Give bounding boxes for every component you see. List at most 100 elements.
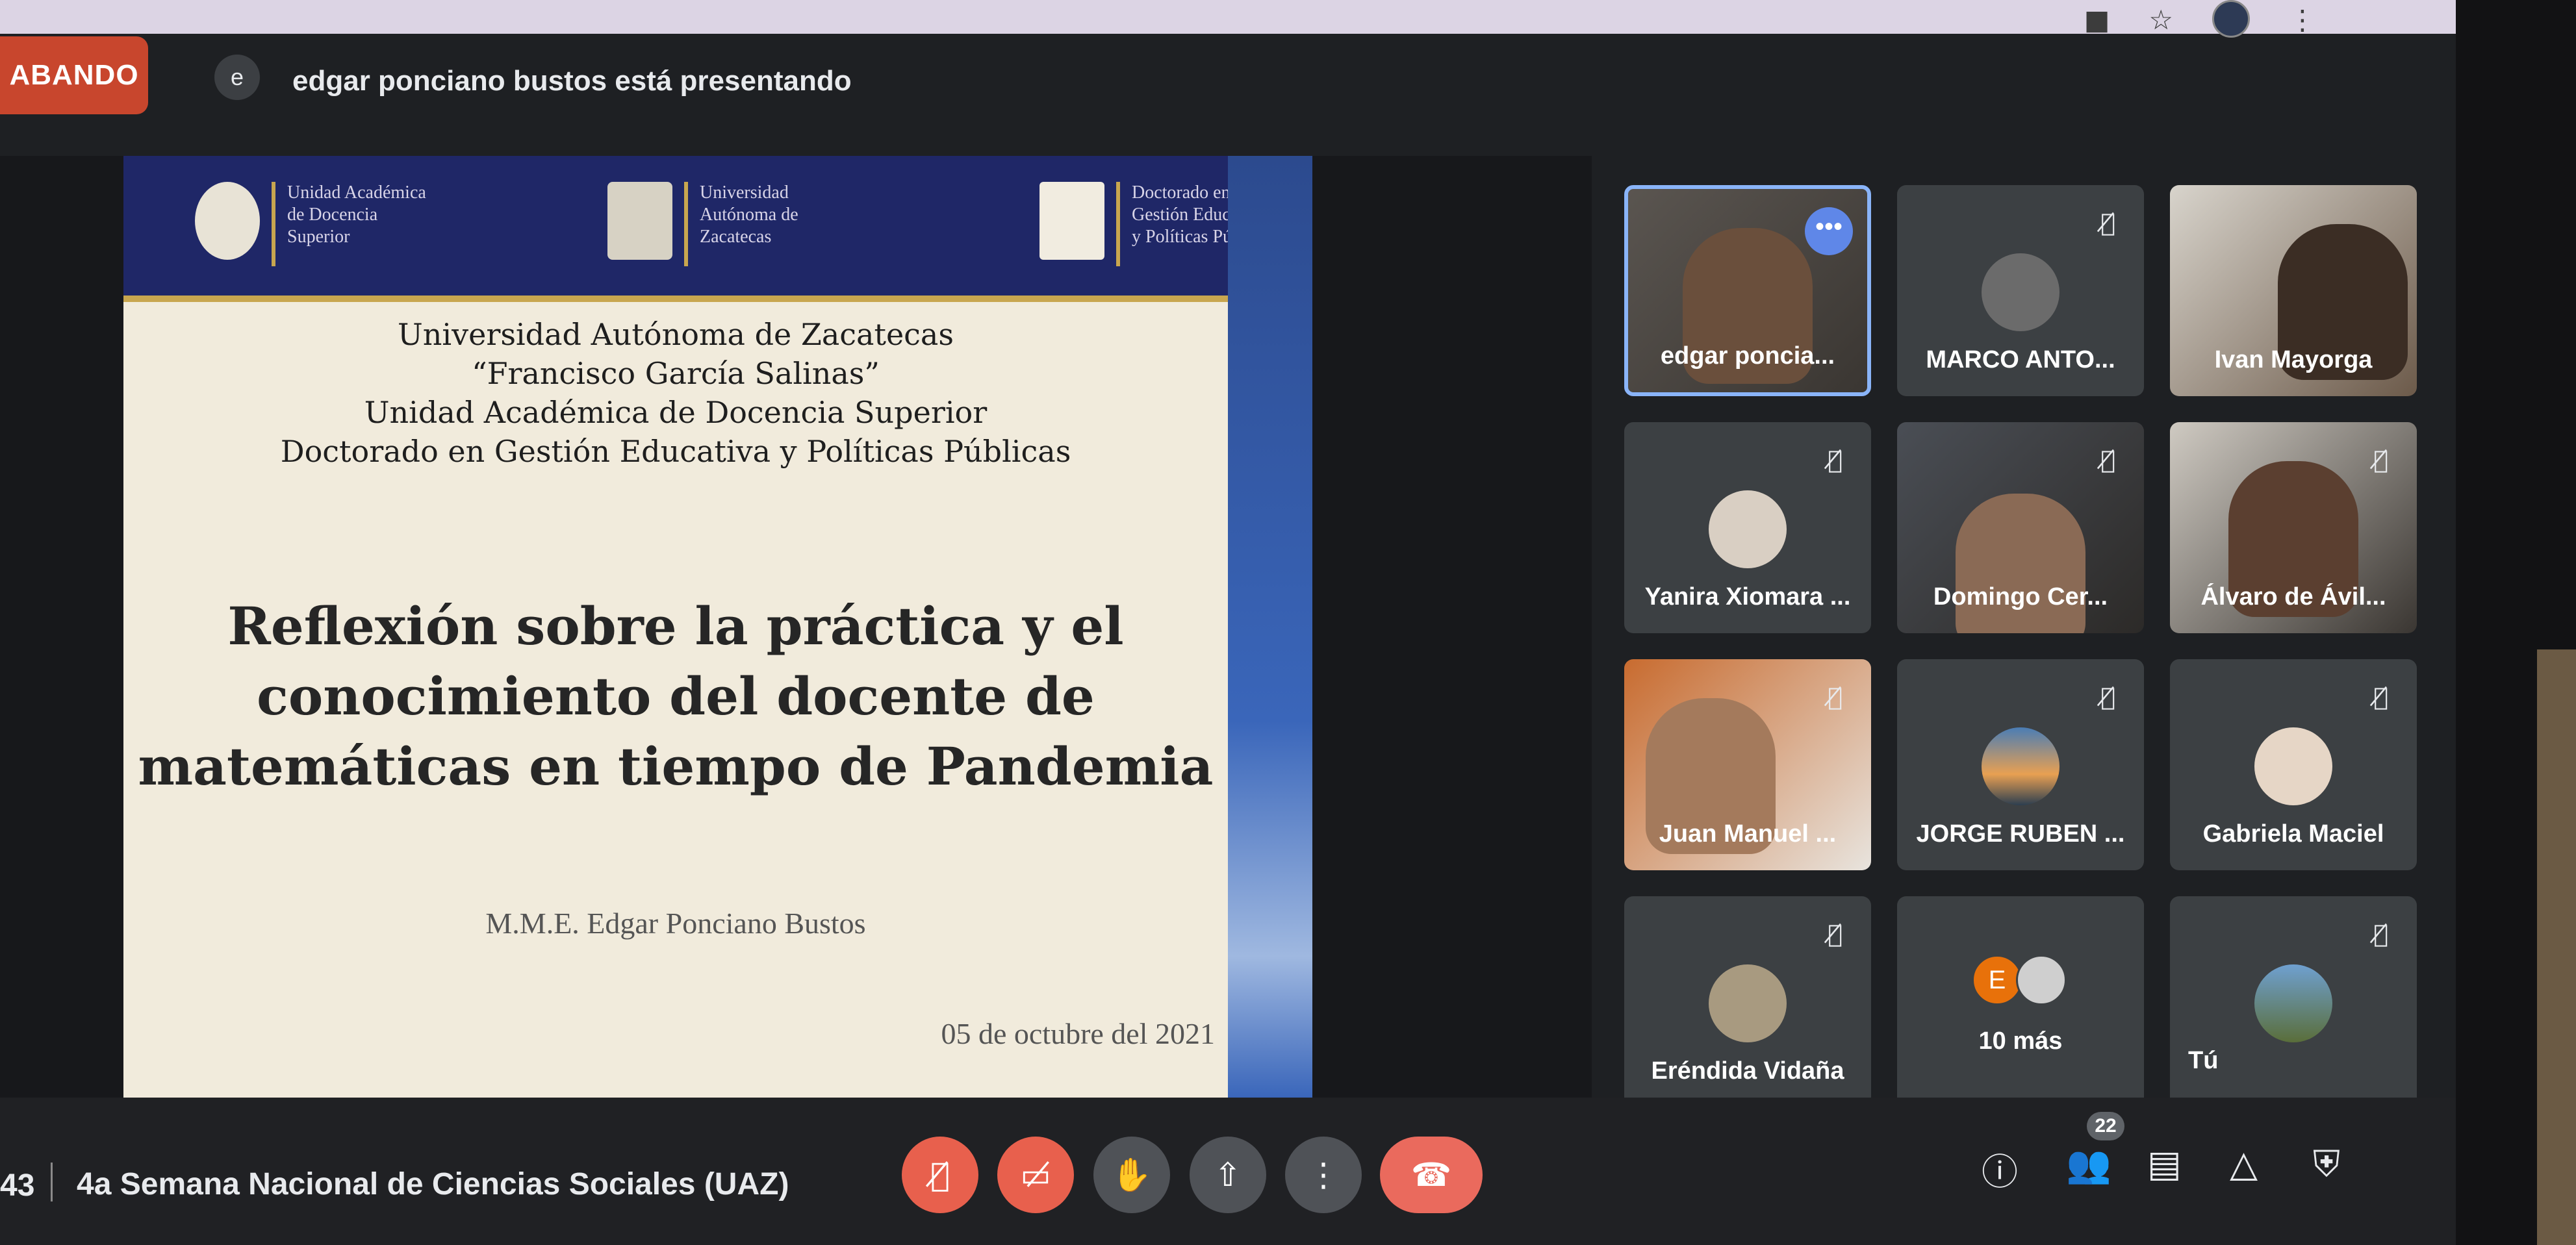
present-button[interactable]: ⇧ bbox=[1190, 1137, 1266, 1213]
camera-indicator-icon[interactable]: ■ bbox=[2084, 6, 2110, 34]
institution-line: “Francisco García Salinas” bbox=[472, 356, 880, 391]
mic-off-icon: 🎙̸ bbox=[1828, 920, 1843, 948]
presenter-avatar: e bbox=[214, 55, 260, 100]
slide-title-line: Reflexión sobre la práctica y el bbox=[227, 596, 1124, 657]
more-participants-tile[interactable]: E 10 más bbox=[1897, 896, 2144, 1107]
more-options-button[interactable]: ⋮ bbox=[1285, 1137, 1362, 1213]
more-vert-icon: ⋮ bbox=[1307, 1156, 1340, 1194]
participant-avatar bbox=[1709, 490, 1787, 568]
slide-title: Reflexión sobre la práctica y el conocim… bbox=[123, 591, 1228, 801]
profile-avatar[interactable] bbox=[2212, 0, 2250, 38]
university-crest-icon bbox=[607, 182, 672, 260]
slide-date: 05 de octubre del 2021 bbox=[941, 1017, 1215, 1050]
mic-off-icon: 🎙̸ bbox=[2100, 208, 2115, 237]
participant-tile[interactable]: 🎙̸ Gabriela Maciel bbox=[2170, 659, 2417, 870]
participant-name: Ivan Mayorga bbox=[2214, 346, 2373, 373]
participant-tile[interactable]: ••• edgar poncia... bbox=[1624, 185, 1871, 396]
participant-tile[interactable]: Ivan Mayorga bbox=[2170, 185, 2417, 396]
mic-off-icon: 🎙̸ bbox=[2100, 683, 2115, 711]
slide-title-line: matemáticas en tiempo de Pandemia bbox=[138, 736, 1214, 797]
activities-icon[interactable]: △ bbox=[2230, 1143, 2258, 1185]
leave-call-button[interactable]: ☎ bbox=[1380, 1137, 1483, 1213]
logo-text: Unidad Académica de Docencia Superior bbox=[287, 182, 426, 247]
background-wall bbox=[2537, 649, 2576, 1245]
slide-header: Unidad Académica de Docencia Superior Un… bbox=[123, 156, 1312, 302]
meeting-title: 4a Semana Nacional de Ciencias Sociales … bbox=[77, 1167, 789, 1201]
browser-toolbar: ■ ☆ ⋮ bbox=[0, 0, 2456, 38]
logo-divider bbox=[272, 182, 275, 266]
more-participants-label: 10 más bbox=[1978, 1027, 2063, 1055]
browser-menu-icon[interactable]: ⋮ bbox=[2289, 6, 2316, 34]
presentation-stage: Unidad Académica de Docencia Superior Un… bbox=[0, 156, 1592, 1098]
doctorado-emblem-icon bbox=[1039, 182, 1104, 260]
more-participants-avatars: E bbox=[1972, 955, 2067, 1005]
clock: 43 bbox=[0, 1168, 35, 1203]
participant-avatar bbox=[1982, 253, 2060, 331]
present-icon: ⇧ bbox=[1214, 1156, 1242, 1194]
mic-off-icon: 🎙̸ bbox=[2100, 446, 2115, 474]
mic-off-icon: 🎙̸ bbox=[1828, 683, 1843, 711]
camera-off-icon: ▭̸ bbox=[1020, 1156, 1051, 1194]
participant-tile[interactable]: 🎙̸ Eréndida Vidaña bbox=[1624, 896, 1871, 1107]
institution-line: Doctorado en Gestión Educativa y Polític… bbox=[280, 434, 1071, 469]
people-icon[interactable]: 👥 bbox=[2066, 1143, 2111, 1186]
mic-off-icon: 🎙̸ bbox=[1828, 446, 1843, 474]
monitor-bezel bbox=[2456, 0, 2576, 1245]
participant-name: Yanira Xiomara ... bbox=[1644, 583, 1851, 610]
participant-count-badge: 22 bbox=[2087, 1112, 2124, 1140]
mic-off-icon: 🎙̸ bbox=[2373, 920, 2388, 948]
participant-video bbox=[1956, 494, 2085, 633]
participant-name: edgar poncia... bbox=[1660, 342, 1835, 370]
participant-name: Domingo Cer... bbox=[1933, 583, 2108, 610]
participant-name: MARCO ANTO... bbox=[1926, 346, 2115, 373]
participant-name: Tú bbox=[2188, 1047, 2219, 1074]
mic-toggle-button[interactable]: 🎙̸ bbox=[902, 1137, 978, 1213]
slide-title-line: conocimiento del docente de bbox=[257, 666, 1095, 727]
participant-avatar bbox=[2254, 964, 2332, 1042]
participant-avatar bbox=[2016, 955, 2067, 1005]
participant-name: Eréndida Vidaña bbox=[1651, 1057, 1844, 1085]
bookmark-star-icon[interactable]: ☆ bbox=[2149, 6, 2173, 34]
institution-line: Unidad Académica de Docencia Superior bbox=[364, 395, 988, 430]
participant-avatar bbox=[2254, 727, 2332, 805]
slide-institution-lines: Universidad Autónoma de Zacatecas “Franc… bbox=[123, 315, 1228, 471]
logo-unidad-academica: Unidad Académica de Docencia Superior bbox=[195, 182, 426, 266]
shield-icon[interactable]: ⛨ bbox=[2313, 1143, 2340, 1186]
browser-toolbar-icons: ■ ☆ ⋮ bbox=[2084, 0, 2316, 38]
participant-name: Álvaro de Ávil... bbox=[2200, 583, 2386, 610]
mic-off-icon: 🎙̸ bbox=[2373, 446, 2388, 474]
institution-line: Universidad Autónoma de Zacatecas bbox=[398, 317, 954, 352]
participant-tile[interactable]: 🎙̸ Domingo Cer... bbox=[1897, 422, 2144, 633]
slide-side-band bbox=[1228, 156, 1312, 1098]
more-options-icon[interactable]: ••• bbox=[1805, 207, 1853, 255]
logo-text: Universidad Autónoma de Zacatecas bbox=[700, 182, 798, 247]
participant-tile[interactable]: 🎙̸ Juan Manuel ... bbox=[1624, 659, 1871, 870]
participant-name: Juan Manuel ... bbox=[1659, 820, 1837, 848]
logo-divider bbox=[1116, 182, 1120, 266]
self-tile[interactable]: 🎙̸ Tú bbox=[2170, 896, 2417, 1107]
logo-universidad: Universidad Autónoma de Zacatecas bbox=[607, 182, 798, 266]
logo-divider bbox=[684, 182, 688, 266]
hangup-icon: ☎ bbox=[1410, 1156, 1452, 1194]
participant-name: JORGE RUBEN ... bbox=[1916, 820, 2125, 848]
mic-off-icon: 🎙̸ bbox=[930, 1156, 950, 1194]
participant-avatar bbox=[1982, 727, 2060, 805]
unidad-seal-icon bbox=[195, 182, 260, 260]
participant-tile[interactable]: 🎙̸ JORGE RUBEN ... bbox=[1897, 659, 2144, 870]
presentation-slide: Unidad Académica de Docencia Superior Un… bbox=[123, 156, 1312, 1098]
camera-toggle-button[interactable]: ▭̸ bbox=[997, 1137, 1074, 1213]
participant-grid: ••• edgar poncia... 🎙̸ MARCO ANTO... Iva… bbox=[1624, 185, 2423, 1107]
participant-tile[interactable]: 🎙̸ Yanira Xiomara ... bbox=[1624, 422, 1871, 633]
raise-hand-button[interactable]: ✋ bbox=[1093, 1137, 1170, 1213]
hand-icon: ✋ bbox=[1111, 1155, 1153, 1194]
recording-badge: ABANDO bbox=[0, 36, 148, 114]
participant-avatar bbox=[1709, 964, 1787, 1042]
chat-icon[interactable]: ▤ bbox=[2147, 1143, 2182, 1185]
info-icon[interactable]: ⓘ bbox=[1982, 1143, 2018, 1196]
slide-author: M.M.E. Edgar Ponciano Bustos bbox=[485, 907, 866, 940]
participant-name: Gabriela Maciel bbox=[2202, 820, 2384, 848]
participant-tile[interactable]: 🎙̸ MARCO ANTO... bbox=[1897, 185, 2144, 396]
participant-avatar: E bbox=[1972, 955, 2022, 1005]
presenter-status: edgar ponciano bustos está presentando bbox=[292, 65, 852, 97]
participant-tile[interactable]: 🎙̸ Álvaro de Ávil... bbox=[2170, 422, 2417, 633]
